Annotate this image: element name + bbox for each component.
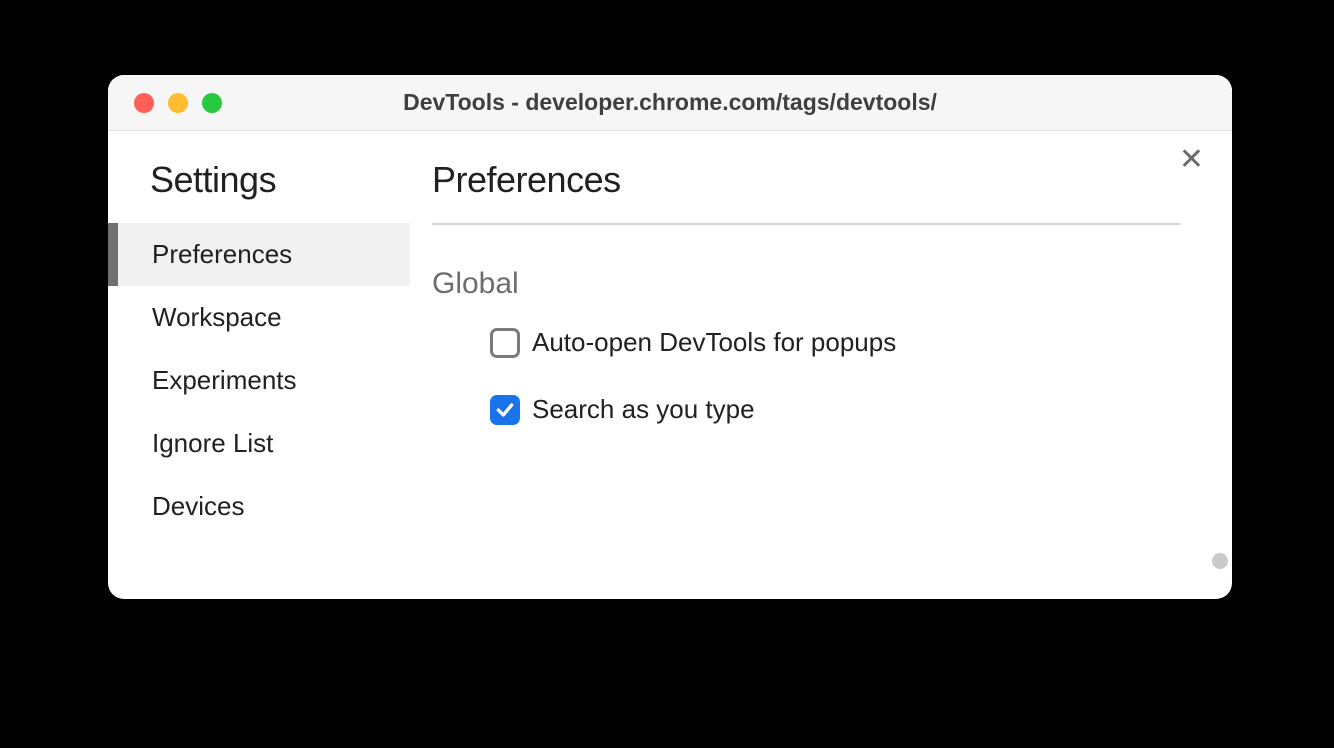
traffic-lights: [108, 93, 222, 113]
checkbox-checked-icon[interactable]: [490, 395, 520, 425]
option-label: Search as you type: [532, 394, 755, 425]
sidebar-item-devices[interactable]: Devices: [108, 475, 410, 538]
option-auto-open-devtools[interactable]: Auto-open DevTools for popups: [490, 327, 1210, 358]
scrollbar-thumb[interactable]: [1212, 553, 1228, 569]
sidebar-item-label: Preferences: [152, 239, 292, 269]
sidebar: Settings Preferences Workspace Experimen…: [108, 131, 410, 599]
sidebar-item-experiments[interactable]: Experiments: [108, 349, 410, 412]
sidebar-item-ignore-list[interactable]: Ignore List: [108, 412, 410, 475]
sidebar-title: Settings: [108, 159, 410, 223]
divider: [432, 223, 1180, 225]
window-title: DevTools - developer.chrome.com/tags/dev…: [108, 89, 1232, 116]
page-title: Preferences: [432, 159, 1210, 201]
option-search-as-you-type[interactable]: Search as you type: [490, 394, 1210, 425]
option-label: Auto-open DevTools for popups: [532, 327, 896, 358]
sidebar-item-workspace[interactable]: Workspace: [108, 286, 410, 349]
content-area: ✕ Settings Preferences Workspace Experim…: [108, 131, 1232, 599]
window-close-button[interactable]: [134, 93, 154, 113]
section-label-global: Global: [432, 267, 1210, 301]
titlebar: DevTools - developer.chrome.com/tags/dev…: [108, 75, 1232, 131]
main-panel: Preferences Global Auto-open DevTools fo…: [410, 131, 1232, 599]
app-window: DevTools - developer.chrome.com/tags/dev…: [108, 75, 1232, 599]
checkbox-unchecked-icon[interactable]: [490, 328, 520, 358]
sidebar-item-label: Ignore List: [152, 428, 273, 458]
sidebar-item-label: Devices: [152, 491, 244, 521]
sidebar-item-label: Workspace: [152, 302, 282, 332]
sidebar-item-preferences[interactable]: Preferences: [108, 223, 410, 286]
window-minimize-button[interactable]: [168, 93, 188, 113]
sidebar-item-label: Experiments: [152, 365, 297, 395]
window-maximize-button[interactable]: [202, 93, 222, 113]
